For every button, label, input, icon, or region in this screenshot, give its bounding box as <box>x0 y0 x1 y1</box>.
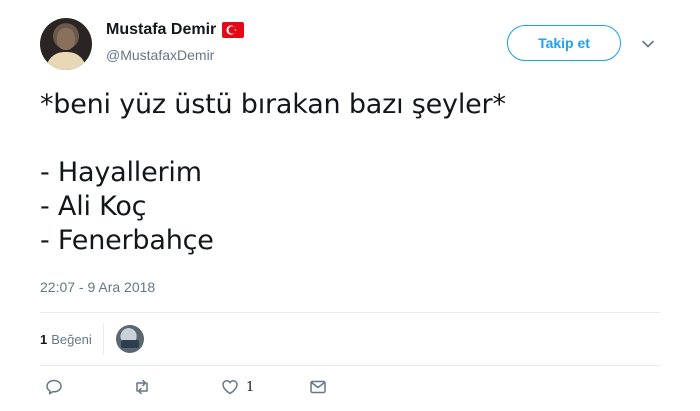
chevron-down-icon[interactable] <box>640 36 656 52</box>
likes-count: 1 <box>40 331 48 347</box>
likes-label: Beğeni <box>51 331 92 347</box>
follow-button[interactable]: Takip et <box>507 25 621 61</box>
direct-message-button[interactable] <box>308 377 328 397</box>
divider-bottom <box>40 365 660 366</box>
turkey-flag-icon <box>222 22 245 38</box>
tweet-text: *beni yüz üstü bırakan bazı şeyler* - Ha… <box>40 89 506 256</box>
avatar-shirt <box>46 52 86 70</box>
tweet-timestamp[interactable]: 22:07 - 9 Ara 2018 <box>40 279 155 295</box>
divider-top <box>40 312 660 313</box>
like-count: 1 <box>246 379 255 395</box>
author-avatar[interactable] <box>40 18 92 70</box>
author-display-name[interactable]: Mustafa Demir <box>106 21 216 39</box>
avatar-face <box>57 28 75 50</box>
like-button[interactable]: 1 <box>220 377 254 397</box>
retweet-icon <box>136 379 148 395</box>
reply-button[interactable] <box>44 377 64 397</box>
liker-avatar[interactable] <box>115 325 144 353</box>
retweet-button[interactable] <box>132 377 152 397</box>
author-name-row[interactable]: Mustafa Demir <box>106 21 245 39</box>
stats-separator <box>102 323 104 355</box>
heart-icon <box>222 380 238 395</box>
author-handle[interactable]: @MustafaxDemir <box>106 47 214 63</box>
envelope-icon <box>310 380 326 394</box>
reply-icon <box>46 379 62 395</box>
likes-row[interactable]: 1 Beğeni <box>40 323 144 355</box>
